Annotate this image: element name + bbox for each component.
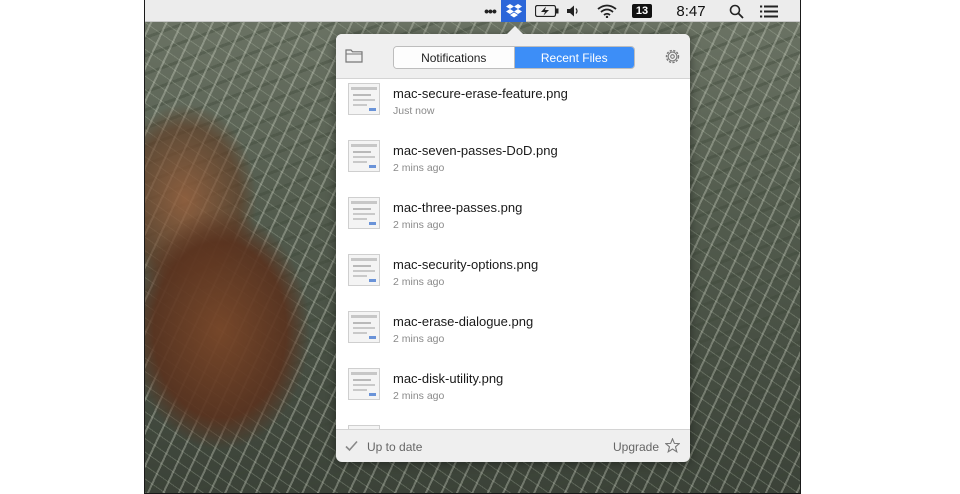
file-thumbnail (348, 368, 380, 400)
file-item-partial[interactable] (336, 421, 690, 429)
desktop-screen: ••• 13 8:47 Notifications Recent Files m… (144, 0, 801, 494)
file-thumbnail (348, 254, 380, 286)
view-segmented-control: Notifications Recent Files (393, 46, 635, 69)
file-timestamp: 2 mins ago (393, 276, 445, 288)
file-item[interactable]: mac-erase-dialogue.png 2 mins ago (336, 307, 690, 364)
list-icon[interactable] (757, 0, 781, 22)
battery-icon[interactable] (533, 0, 561, 22)
volume-icon[interactable] (565, 0, 585, 22)
file-item[interactable]: mac-seven-passes-DoD.png 2 mins ago (336, 136, 690, 193)
folder-icon[interactable] (345, 48, 363, 64)
tab-notifications[interactable]: Notifications (394, 47, 515, 68)
file-name: mac-secure-erase-feature.png (393, 86, 568, 101)
clock[interactable]: 8:47 (671, 0, 711, 22)
file-timestamp: 2 mins ago (393, 219, 445, 231)
file-item[interactable]: mac-security-options.png 2 mins ago (336, 250, 690, 307)
file-name: mac-security-options.png (393, 257, 539, 272)
gear-icon[interactable] (664, 48, 681, 65)
popover-footer: Up to date Upgrade (336, 429, 690, 462)
wifi-icon[interactable] (595, 0, 619, 22)
file-timestamp: Just now (393, 105, 435, 117)
file-name: mac-seven-passes-DoD.png (393, 143, 558, 158)
menu-bar: ••• 13 8:47 (145, 0, 800, 22)
file-timestamp: 2 mins ago (393, 162, 445, 174)
file-timestamp: 2 mins ago (393, 390, 445, 402)
notification-count-badge[interactable]: 13 (630, 0, 654, 22)
file-item[interactable]: mac-three-passes.png 2 mins ago (336, 193, 690, 250)
file-name: mac-three-passes.png (393, 200, 523, 215)
dropbox-popover: Notifications Recent Files mac-secure-er… (336, 26, 690, 462)
upgrade-link[interactable]: Upgrade (613, 440, 659, 454)
tab-recent-files[interactable]: Recent Files (514, 47, 634, 68)
sync-status: Up to date (367, 440, 423, 454)
search-icon[interactable] (725, 0, 747, 22)
star-icon[interactable] (664, 437, 681, 454)
file-name: mac-erase-dialogue.png (393, 314, 534, 329)
badge-count: 13 (631, 4, 653, 18)
popover-header: Notifications Recent Files (336, 34, 690, 79)
file-name: mac-disk-utility.png (393, 371, 504, 386)
file-thumbnail (348, 140, 380, 172)
file-item[interactable]: mac-secure-erase-feature.png Just now (336, 79, 690, 136)
recent-files-list: mac-secure-erase-feature.png Just now ma… (336, 79, 690, 429)
check-icon (345, 439, 358, 452)
more-dots-icon[interactable]: ••• (480, 0, 500, 22)
file-thumbnail (348, 197, 380, 229)
file-thumbnail (348, 83, 380, 115)
file-item[interactable]: mac-disk-utility.png 2 mins ago (336, 364, 690, 421)
file-thumbnail (348, 311, 380, 343)
dropbox-icon[interactable] (501, 0, 526, 22)
file-timestamp: 2 mins ago (393, 333, 445, 345)
